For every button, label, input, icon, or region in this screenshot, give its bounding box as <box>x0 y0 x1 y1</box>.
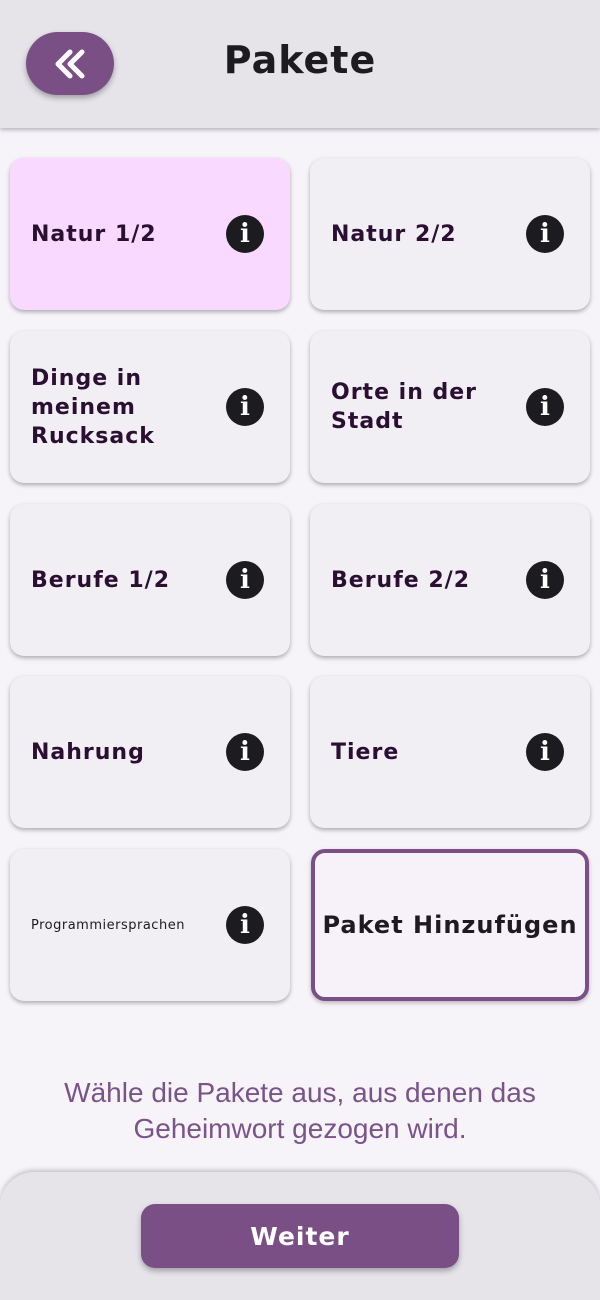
page-title: Pakete <box>223 38 377 82</box>
package-label: Programmiersprachen <box>31 917 185 933</box>
info-icon[interactable]: i <box>526 215 564 253</box>
package-label: Tiere <box>331 739 400 765</box>
package-card-natur-2[interactable]: Natur 2/2 i <box>310 158 590 310</box>
package-card-dinge-rucksack[interactable]: Dinge in meinem Rucksack i <box>10 331 290 483</box>
info-icon[interactable]: i <box>226 388 264 426</box>
info-icon[interactable]: i <box>226 215 264 253</box>
add-package-button[interactable]: Paket Hinzufügen <box>311 849 589 1001</box>
info-icon[interactable]: i <box>226 733 264 771</box>
hint-text: Wähle die Pakete aus, aus denen das Gehe… <box>64 1077 536 1144</box>
add-package-label: Paket Hinzufügen <box>322 911 578 939</box>
package-label: Natur 1/2 <box>31 221 157 247</box>
package-card-programmiersprachen[interactable]: Programmiersprachen i <box>10 849 290 1001</box>
package-label: Dinge in meinem Rucksack <box>31 365 155 449</box>
info-icon[interactable]: i <box>526 733 564 771</box>
info-icon[interactable]: i <box>526 388 564 426</box>
package-card-orte-stadt[interactable]: Orte in der Stadt i <box>310 331 590 483</box>
next-button[interactable]: Weiter <box>141 1204 459 1268</box>
package-label: Nahrung <box>31 739 145 765</box>
package-card-tiere[interactable]: Tiere i <box>310 676 590 828</box>
app-header: Pakete <box>0 0 600 128</box>
package-label: Berufe 2/2 <box>331 567 471 593</box>
package-label: Orte in der Stadt <box>331 380 478 434</box>
package-card-natur-1[interactable]: Natur 1/2 i <box>10 158 290 310</box>
info-icon[interactable]: i <box>526 561 564 599</box>
info-icon[interactable]: i <box>226 906 264 944</box>
bottom-bar: Weiter <box>0 1172 600 1300</box>
package-label: Berufe 1/2 <box>31 567 171 593</box>
package-label: Natur 2/2 <box>331 221 457 247</box>
package-card-nahrung[interactable]: Nahrung i <box>10 676 290 828</box>
package-card-berufe-1[interactable]: Berufe 1/2 i <box>10 504 290 656</box>
package-card-berufe-2[interactable]: Berufe 2/2 i <box>310 504 590 656</box>
info-icon[interactable]: i <box>226 561 264 599</box>
